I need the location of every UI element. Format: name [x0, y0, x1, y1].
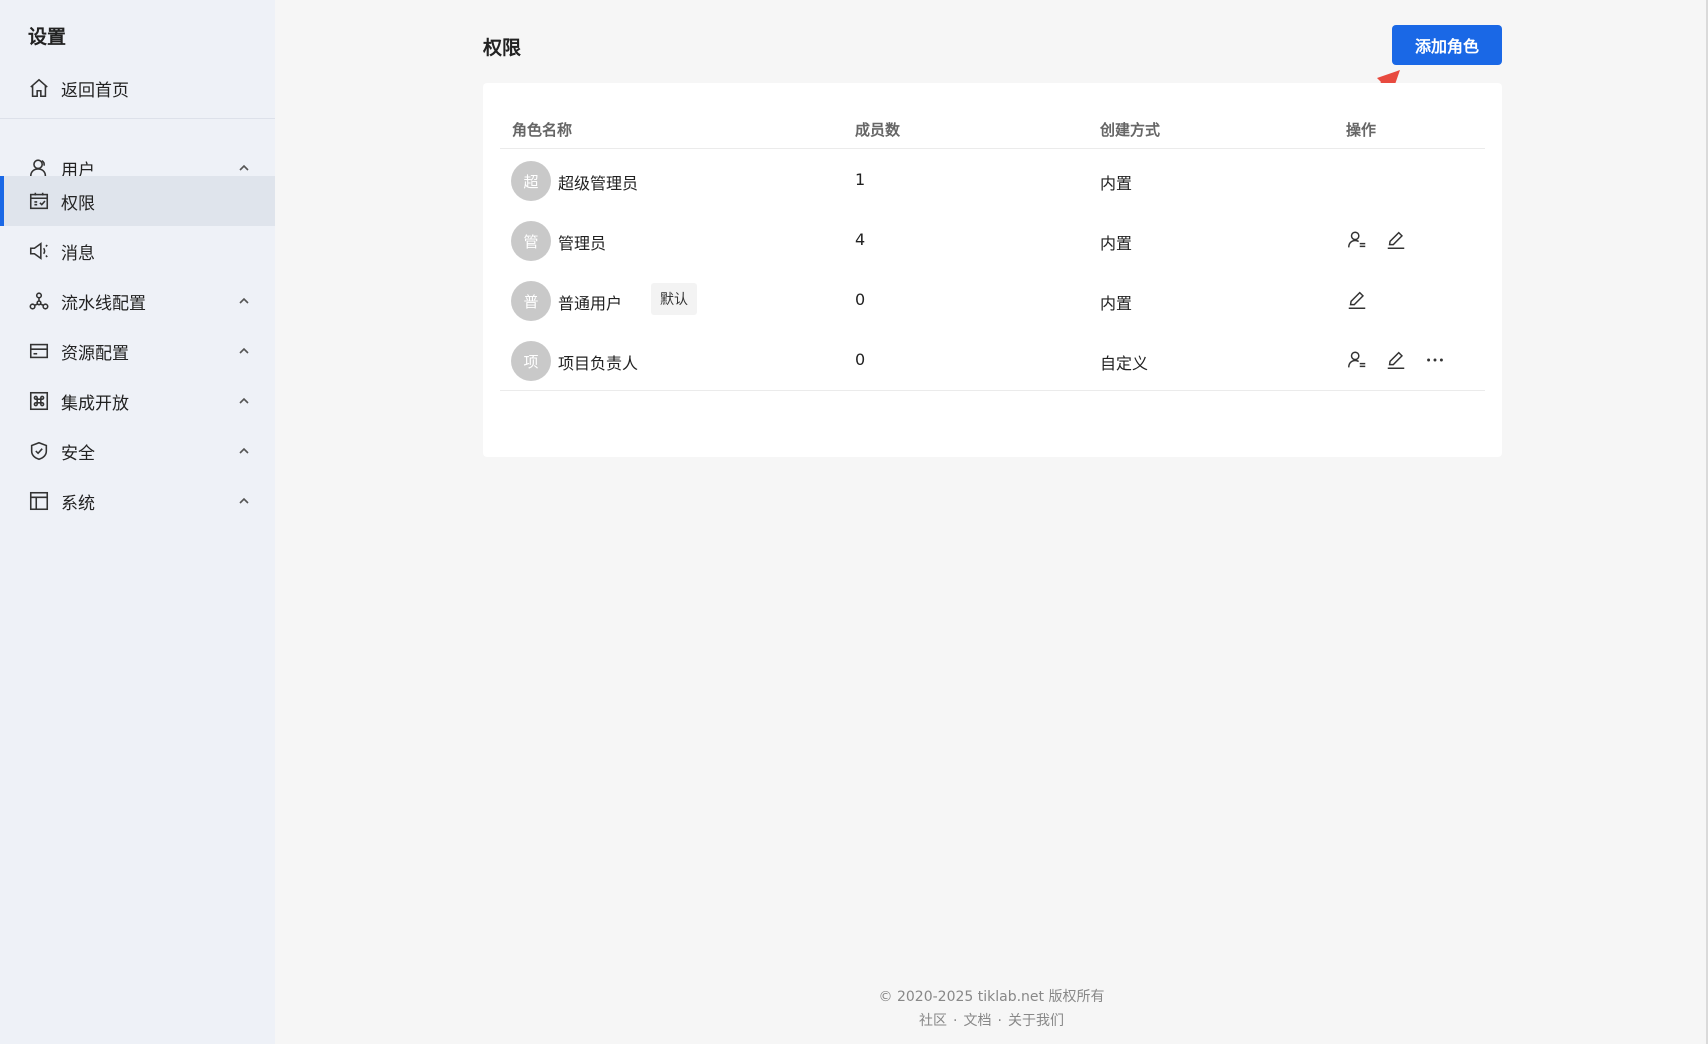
footer-link-community[interactable]: 社区: [919, 1013, 947, 1029]
footer-copyright: © 2020-2025 tiklab.net 版权所有: [878, 989, 1105, 1005]
page-title: 权限: [483, 37, 522, 59]
avatar: 项: [511, 341, 551, 381]
chevron-up-icon: [237, 293, 251, 307]
footer-separator: ·: [953, 1013, 958, 1029]
member-count: 0: [855, 290, 866, 309]
sidebar-item-label: 资源配置: [61, 343, 129, 364]
default-tag: 默认: [651, 283, 697, 315]
member-count: 0: [855, 350, 866, 369]
sidebar-item-resource-config[interactable]: 资源配置: [0, 326, 275, 376]
role-name: 普通用户: [558, 294, 623, 313]
footer-separator: ·: [997, 1013, 1002, 1029]
avatar: 超: [511, 161, 551, 201]
megaphone-icon: [28, 240, 50, 262]
table-header: 角色名称 成员数 创建方式 操作: [500, 111, 1485, 149]
shield-check-icon: [28, 440, 50, 462]
sidebar: 设置 返回首页 用户 权限 消息 流水线配置 资源配置 集成开放 安全 系统: [0, 0, 275, 1044]
sidebar-item-label: 集成开放: [61, 393, 129, 414]
role-name: 管理员: [558, 234, 607, 253]
sidebar-divider: [0, 118, 275, 119]
add-role-button[interactable]: 添加角色: [1392, 25, 1502, 65]
sidebar-item-permissions[interactable]: 权限: [0, 176, 275, 226]
sidebar-title: 设置: [28, 26, 67, 48]
table-row: 普 普通用户 默认 0 内置: [500, 271, 1485, 331]
table-row: 项 项目负责人 0 自定义: [500, 331, 1485, 391]
user-settings-icon[interactable]: [1346, 349, 1368, 371]
creation-type: 内置: [1100, 174, 1133, 193]
creation-type: 自定义: [1100, 354, 1149, 373]
sidebar-item-messages[interactable]: 消息: [0, 226, 275, 276]
user-settings-icon[interactable]: [1346, 229, 1368, 251]
chevron-up-icon: [237, 343, 251, 357]
footer-link-docs[interactable]: 文档: [964, 1013, 992, 1029]
sidebar-item-label: 流水线配置: [61, 293, 146, 314]
sidebar-item-system[interactable]: 系统: [0, 476, 275, 526]
chevron-up-icon: [237, 393, 251, 407]
role-name: 项目负责人: [558, 354, 639, 373]
footer-link-about[interactable]: 关于我们: [1008, 1013, 1064, 1029]
back-home-label: 返回首页: [61, 80, 129, 101]
column-header-actions: 操作: [1346, 121, 1377, 139]
sidebar-item-pipeline-config[interactable]: 流水线配置: [0, 276, 275, 326]
chevron-up-icon: [237, 160, 251, 174]
sidebar-item-integration[interactable]: 集成开放: [0, 376, 275, 426]
sidebar-item-label: 系统: [61, 493, 95, 514]
footer-links: 社区 · 文档 · 关于我们: [275, 1010, 1708, 1030]
chevron-up-icon: [237, 493, 251, 507]
sidebar-item-security[interactable]: 安全: [0, 426, 275, 476]
member-count: 1: [855, 170, 866, 189]
sidebar-item-label: 权限: [61, 193, 95, 214]
layout-icon: [28, 490, 50, 512]
avatar: 普: [511, 281, 551, 321]
command-icon: [28, 390, 50, 412]
more-icon[interactable]: [1424, 349, 1446, 371]
chevron-up-icon: [237, 443, 251, 457]
role-name: 超级管理员: [558, 174, 639, 193]
card-icon: [28, 340, 50, 362]
sidebar-item-label: 消息: [61, 243, 95, 264]
back-home-link[interactable]: 返回首页: [0, 63, 275, 113]
avatar: 管: [511, 221, 551, 261]
edit-icon[interactable]: [1385, 229, 1407, 251]
sidebar-item-label: 安全: [61, 443, 95, 464]
network-icon: [28, 290, 50, 312]
column-header-members: 成员数: [855, 121, 901, 139]
member-count: 4: [855, 230, 866, 249]
home-icon: [28, 77, 50, 99]
roles-table-card: 角色名称 成员数 创建方式 操作 超 超级管理员 1 内置 管 管理员 4 内置…: [483, 83, 1502, 457]
table-row: 超 超级管理员 1 内置: [500, 151, 1485, 211]
edit-icon[interactable]: [1346, 289, 1368, 311]
creation-type: 内置: [1100, 294, 1133, 313]
calendar-check-icon: [28, 190, 50, 212]
edit-icon[interactable]: [1385, 349, 1407, 371]
table-row: 管 管理员 4 内置: [500, 211, 1485, 271]
column-header-creation: 创建方式: [1100, 121, 1161, 139]
creation-type: 内置: [1100, 234, 1133, 253]
column-header-role-name: 角色名称: [512, 121, 573, 139]
